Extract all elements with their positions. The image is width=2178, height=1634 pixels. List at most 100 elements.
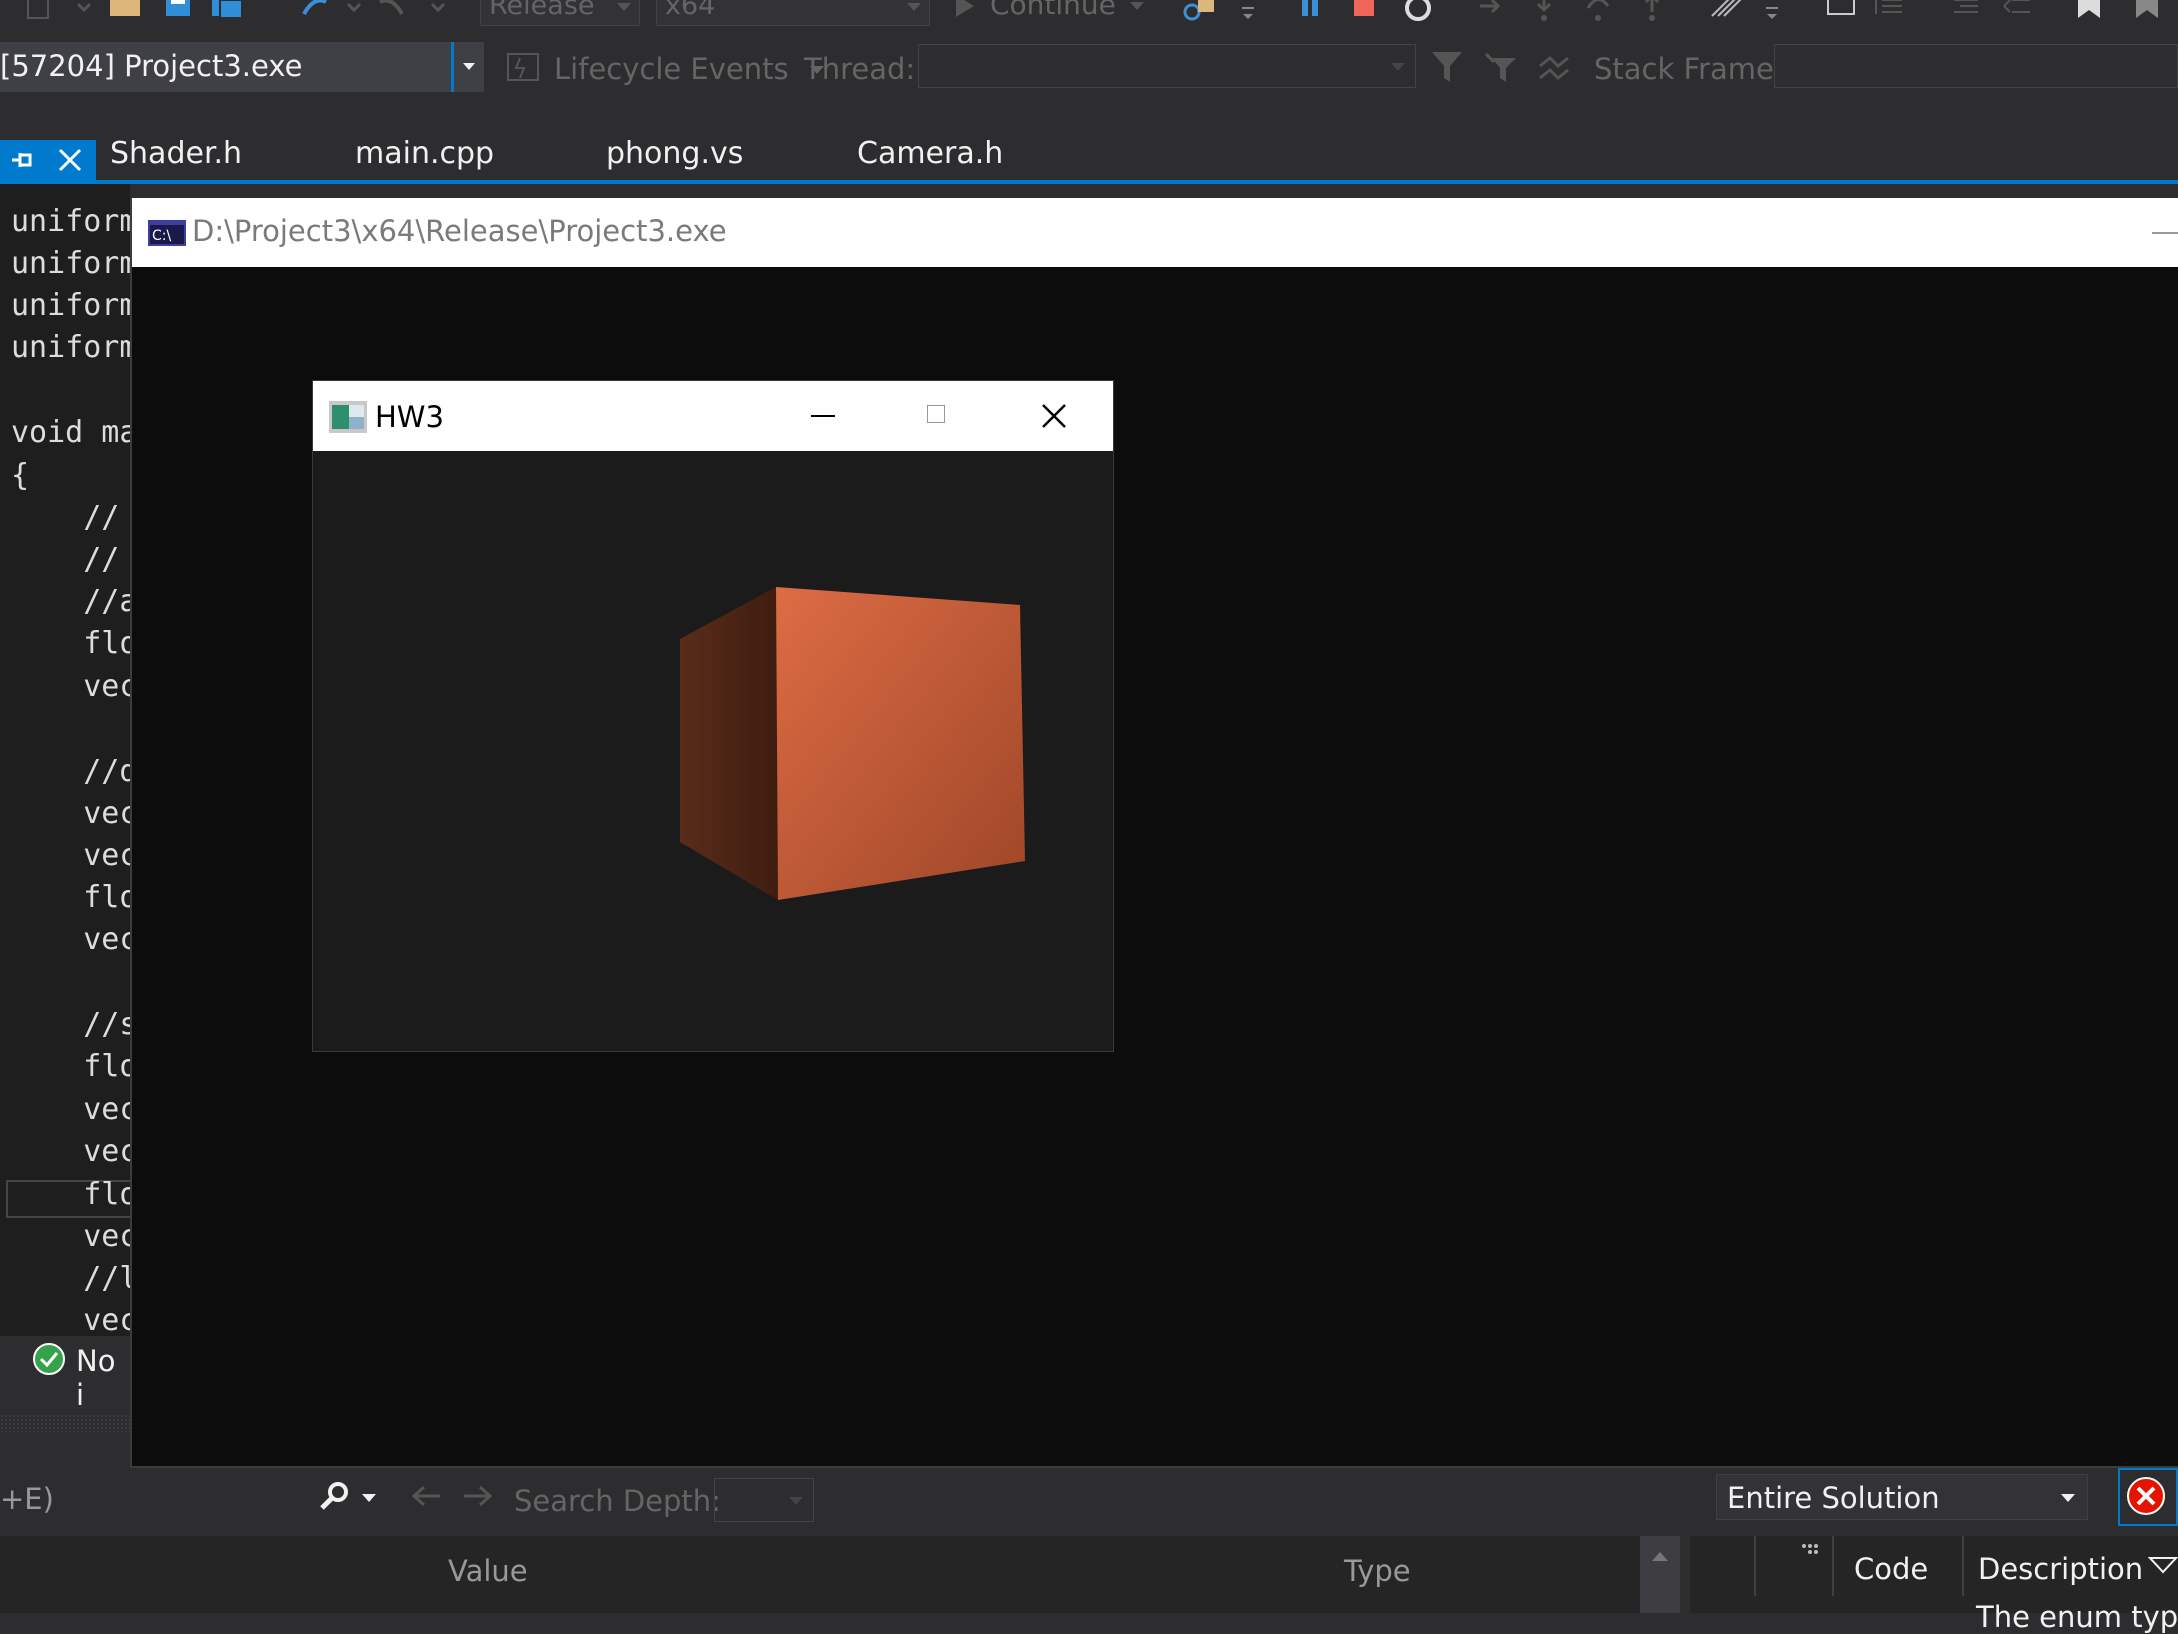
- code-line: uniform: [11, 330, 130, 365]
- code-line: vec: [11, 669, 130, 704]
- step-over-icon[interactable]: [1584, 0, 1614, 24]
- chevron-down-icon: [617, 3, 631, 11]
- lifecycle-events-label: Lifecycle Events: [554, 52, 789, 86]
- console-app-icon: C:\: [148, 220, 186, 250]
- comment-out-icon[interactable]: [1824, 0, 1855, 24]
- filter-icon[interactable]: [1430, 50, 1466, 90]
- filter-dropdown-icon[interactable]: [2147, 1556, 2178, 1580]
- code-line: //s: [11, 1007, 130, 1042]
- document-tabs: Shader.h main.cpp phong.vs Camera.h: [0, 139, 2178, 184]
- undo-icon[interactable]: [300, 0, 330, 24]
- tab-phong-vs[interactable]: phong.vs: [606, 139, 743, 180]
- pin-icon[interactable]: [10, 148, 34, 176]
- column-header-value[interactable]: Value: [448, 1554, 528, 1588]
- code-line: uniform: [11, 204, 130, 239]
- stack-frame-label: Stack Frame:: [1594, 52, 1784, 86]
- save-icon[interactable]: [162, 0, 192, 24]
- continue-button[interactable]: Continue: [956, 0, 1144, 26]
- close-icon[interactable]: [1041, 403, 1067, 433]
- new-project-icon[interactable]: [24, 0, 54, 24]
- restart-icon[interactable]: [1404, 0, 1434, 24]
- column-header-type[interactable]: Type: [1344, 1554, 1411, 1588]
- search-icon[interactable]: [318, 1480, 352, 1518]
- align-left-icon[interactable]: [1950, 0, 1980, 24]
- console-title-bar[interactable]: C:\ D:\Project3\x64\Release\Project3.exe: [132, 198, 2178, 267]
- code-line: flo: [11, 1177, 130, 1212]
- hot-reload-icon[interactable]: [1710, 0, 1742, 24]
- scope-dropdown[interactable]: Entire Solution: [1716, 1474, 2088, 1520]
- flag-threads-icon[interactable]: [1538, 52, 1574, 88]
- hw3-title-bar[interactable]: HW3: [313, 381, 1113, 451]
- code-editor[interactable]: uniform uniform uniform uniform void ma …: [0, 184, 130, 1336]
- search-depth-dropdown[interactable]: [714, 1478, 814, 1522]
- cube: [680, 587, 1025, 900]
- error-row-description[interactable]: The enum type: [1976, 1600, 2178, 1634]
- save-all-icon[interactable]: [210, 0, 243, 24]
- overflow-menu-icon[interactable]: [1236, 0, 1266, 24]
- chevron-down-icon[interactable]: [362, 1494, 376, 1502]
- error-list-toolbar: Entire Solution: [1690, 1466, 2178, 1536]
- continue-label: Continue: [990, 0, 1116, 21]
- show-next-statement-icon[interactable]: [1476, 0, 1506, 24]
- pause-icon[interactable]: [1296, 0, 1326, 24]
- lifecycle-events-button[interactable]: Lifecycle Events: [554, 52, 824, 86]
- chevron-down-icon[interactable]: [340, 0, 370, 24]
- chevron-down-icon: [1129, 2, 1144, 10]
- chevron-down-icon[interactable]: [70, 0, 100, 24]
- tab-shader-h[interactable]: Shader.h: [110, 139, 242, 180]
- chevron-down-icon: [907, 3, 921, 11]
- indent-icon[interactable]: [1872, 0, 1902, 24]
- stack-frame-dropdown[interactable]: [1774, 44, 2178, 88]
- chevron-down-icon[interactable]: [424, 0, 454, 24]
- arrow-left-icon[interactable]: [410, 1482, 444, 1516]
- scope-value: Entire Solution: [1727, 1481, 1940, 1515]
- cube-front-face: [776, 587, 1025, 900]
- outdent-icon[interactable]: [2000, 0, 2030, 24]
- scrollbar[interactable]: [1640, 1536, 1680, 1613]
- stop-icon[interactable]: [1350, 0, 1380, 24]
- configuration-value: Release: [489, 0, 595, 21]
- column-header-description[interactable]: Description: [1978, 1552, 2143, 1586]
- bookmark-next-icon[interactable]: [2132, 0, 2162, 24]
- code-line: vec: [11, 922, 130, 957]
- hw3-title: HW3: [375, 400, 444, 434]
- tab-camera-h[interactable]: Camera.h: [857, 139, 1003, 180]
- attach-search-icon[interactable]: [1180, 0, 1214, 24]
- errors-filter-button[interactable]: [2118, 1468, 2178, 1526]
- bookmark-icon[interactable]: [2074, 0, 2104, 24]
- maximize-icon[interactable]: [927, 405, 945, 423]
- play-icon: [956, 0, 974, 17]
- minimize-icon[interactable]: [2152, 232, 2178, 234]
- tab-main-cpp[interactable]: main.cpp: [355, 139, 494, 180]
- code-line: flo: [11, 1049, 130, 1084]
- opengl-viewport[interactable]: [313, 451, 1113, 1051]
- code-line: vec: [11, 796, 130, 831]
- code-line: vec: [11, 1303, 130, 1336]
- active-tab[interactable]: [0, 140, 96, 180]
- code-line: flo: [11, 626, 130, 661]
- suppression-state-icon[interactable]: [1800, 1542, 1820, 1566]
- overflow-menu-icon[interactable]: [1760, 0, 1790, 24]
- column-header-code[interactable]: Code: [1854, 1552, 1928, 1586]
- code-line: //a: [11, 584, 130, 619]
- svg-text:C:\: C:\: [152, 228, 171, 244]
- chevron-down-icon: [1391, 63, 1405, 71]
- configuration-dropdown[interactable]: Release: [480, 0, 640, 26]
- platform-dropdown[interactable]: x64: [656, 0, 930, 26]
- code-line: uniform: [11, 246, 130, 281]
- arrow-right-icon[interactable]: [460, 1482, 494, 1516]
- hw3-window[interactable]: HW3: [312, 380, 1114, 1052]
- chevron-down-icon[interactable]: [451, 42, 484, 92]
- code-line: void ma: [11, 415, 130, 450]
- step-into-icon[interactable]: [1530, 0, 1560, 24]
- minimize-icon[interactable]: [811, 415, 835, 417]
- thread-dropdown[interactable]: [918, 44, 1416, 88]
- redo-icon[interactable]: [376, 0, 406, 24]
- filter-toggle-icon[interactable]: [1484, 50, 1520, 90]
- panel-splitter[interactable]: [0, 1414, 130, 1432]
- step-out-icon[interactable]: [1638, 0, 1668, 24]
- process-dropdown[interactable]: [57204] Project3.exe: [0, 42, 484, 92]
- close-icon[interactable]: [56, 146, 84, 178]
- error-icon: [2126, 1476, 2170, 1524]
- open-folder-icon[interactable]: [108, 0, 140, 24]
